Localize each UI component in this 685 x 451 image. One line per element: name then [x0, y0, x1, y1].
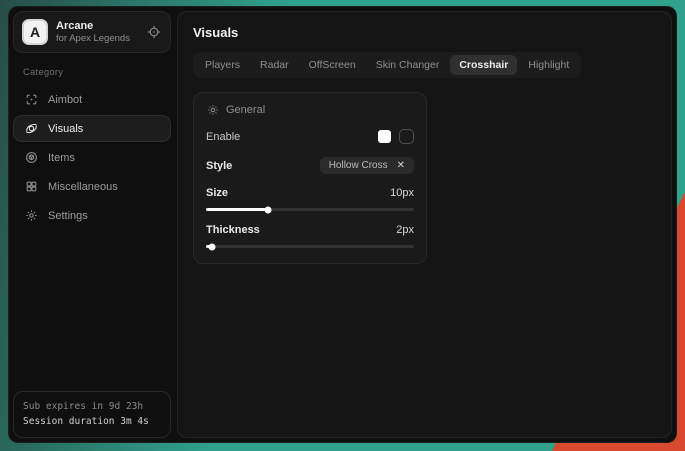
sidebar-item-label: Miscellaneous — [48, 181, 118, 193]
thickness-slider[interactable] — [206, 245, 414, 248]
thickness-value: 2px — [396, 224, 414, 236]
app-subtitle: for Apex Legends — [56, 33, 138, 45]
sidebar-item-visuals[interactable]: Visuals — [13, 115, 171, 142]
settings-gear-icon — [24, 209, 38, 223]
brand-text: Arcane for Apex Legends — [56, 20, 138, 45]
tab-offscreen[interactable]: OffScreen — [300, 55, 365, 75]
tab-crosshair[interactable]: Crosshair — [450, 55, 517, 75]
sidebar: A Arcane for Apex Legends Category — [9, 7, 175, 442]
size-slider-thumb[interactable] — [265, 206, 272, 213]
sidebar-item-label: Aimbot — [48, 94, 82, 106]
sidebar-spacer — [13, 229, 171, 391]
general-card: General Enable Style Hollow Cross ✕ Size… — [193, 92, 427, 264]
page-title: Visuals — [193, 25, 238, 40]
visuals-orbit-icon — [24, 122, 38, 136]
sidebar-item-settings[interactable]: Settings — [13, 202, 171, 229]
items-package-icon — [24, 151, 38, 165]
enable-checkbox[interactable] — [399, 129, 414, 144]
size-slider-fill — [206, 208, 268, 211]
color-swatch[interactable] — [378, 130, 391, 143]
size-row: Size 10px — [206, 187, 414, 199]
general-card-header: General — [206, 103, 414, 116]
sidebar-item-miscellaneous[interactable]: Miscellaneous — [13, 173, 171, 200]
focus-crosshair-icon[interactable] — [146, 24, 162, 40]
style-row: Style Hollow Cross ✕ — [206, 157, 414, 174]
sidebar-item-label: Visuals — [48, 123, 83, 135]
misc-grid-icon — [24, 180, 38, 194]
thickness-label: Thickness — [206, 224, 260, 236]
enable-controls — [378, 129, 414, 144]
enable-row: Enable — [206, 129, 414, 144]
tab-bar: Players Radar OffScreen Skin Changer Cro… — [193, 52, 581, 78]
thickness-slider-thumb[interactable] — [209, 243, 216, 250]
sidebar-item-label: Items — [48, 152, 75, 164]
style-dropdown[interactable]: Hollow Cross ✕ — [320, 157, 414, 174]
size-label: Size — [206, 187, 228, 199]
sub-expires-text: Sub expires in 9d 23h — [23, 399, 161, 414]
sidebar-nav: Aimbot Visuals — [13, 86, 171, 229]
app-logo: A — [22, 19, 48, 45]
enable-label: Enable — [206, 131, 240, 143]
thickness-row: Thickness 2px — [206, 224, 414, 236]
size-slider[interactable] — [206, 208, 414, 211]
sidebar-item-label: Settings — [48, 210, 88, 222]
tab-players[interactable]: Players — [196, 55, 249, 75]
general-card-title: General — [226, 104, 265, 116]
sidebar-item-aimbot[interactable]: Aimbot — [13, 86, 171, 113]
tab-highlight[interactable]: Highlight — [519, 55, 578, 75]
style-label: Style — [206, 160, 232, 172]
tab-radar[interactable]: Radar — [251, 55, 298, 75]
aimbot-crosshair-icon — [24, 93, 38, 107]
clear-style-icon[interactable]: ✕ — [397, 161, 405, 171]
session-duration-text: Session duration 3m 4s — [23, 414, 161, 429]
size-value: 10px — [390, 187, 414, 199]
tab-skin-changer[interactable]: Skin Changer — [367, 55, 449, 75]
app-window: A Arcane for Apex Legends Category — [8, 6, 677, 443]
category-label: Category — [23, 67, 171, 78]
subscription-box: Sub expires in 9d 23h Session duration 3… — [13, 391, 171, 438]
app-name: Arcane — [56, 20, 138, 33]
general-gear-icon — [206, 103, 219, 116]
main-panel: Visuals Players Radar OffScreen Skin Cha… — [177, 11, 672, 438]
sidebar-item-items[interactable]: Items — [13, 144, 171, 171]
brand-card: A Arcane for Apex Legends — [13, 11, 171, 53]
style-value: Hollow Cross — [329, 160, 388, 171]
